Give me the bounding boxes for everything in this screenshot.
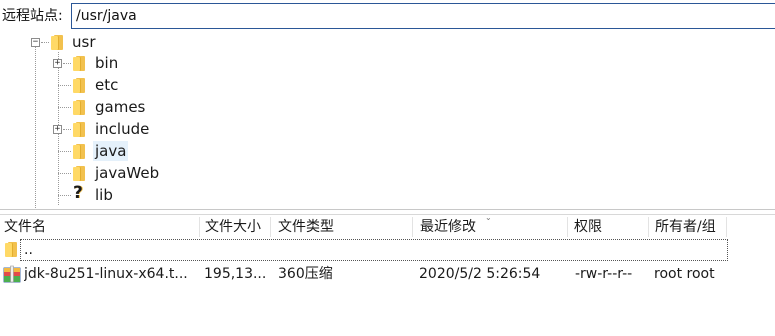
- file-size: 195,13...: [204, 266, 267, 282]
- tree-connector: [58, 107, 71, 108]
- expand-icon[interactable]: +: [53, 125, 62, 134]
- tree-guide-line: [35, 42, 36, 209]
- column-divider[interactable]: [199, 217, 200, 237]
- tree-item-java[interactable]: java: [93, 141, 129, 161]
- column-divider[interactable]: [412, 217, 413, 237]
- file-name: ..: [24, 242, 33, 258]
- tree-item-lib[interactable]: lib: [93, 185, 115, 205]
- tree-item-include[interactable]: include: [93, 119, 151, 139]
- file-owner: root root: [654, 266, 715, 282]
- remote-path-input[interactable]: [71, 3, 775, 29]
- folder-icon: [73, 100, 85, 115]
- collapse-icon[interactable]: −: [31, 38, 40, 47]
- remote-site-bar: 远程站点:: [0, 0, 775, 32]
- tree-item-etc[interactable]: etc: [93, 75, 120, 95]
- column-header-filetype[interactable]: 文件类型: [274, 215, 414, 239]
- folder-icon: [73, 56, 85, 71]
- question-mark-icon: ?: [73, 183, 83, 203]
- folder-icon: [73, 122, 85, 137]
- folder-icon: [73, 144, 85, 159]
- column-header-modified[interactable]: 最近修改: [416, 215, 566, 239]
- file-modified: 2020/5/2 5:26:54: [419, 266, 541, 282]
- expand-icon[interactable]: +: [53, 59, 62, 68]
- folder-icon: [73, 166, 85, 181]
- tree-item-bin[interactable]: bin: [93, 53, 120, 73]
- tree-connector: [58, 173, 71, 174]
- folder-icon: [51, 35, 63, 50]
- remote-site-label: 远程站点:: [2, 8, 63, 24]
- folder-icon: [73, 78, 85, 93]
- column-divider[interactable]: [270, 217, 271, 237]
- file-list-header: 文件名 文件大小 文件类型 最近修改 权限 所有者/组: [0, 214, 775, 238]
- column-header-filename[interactable]: 文件名: [0, 215, 200, 239]
- tree-item-games[interactable]: games: [93, 97, 147, 117]
- remote-directory-tree: − usr + bin etc games + include java jav…: [0, 32, 775, 210]
- tree-connector: [58, 195, 71, 196]
- column-header-owner[interactable]: 所有者/组: [651, 215, 761, 239]
- tree-item-usr[interactable]: usr: [70, 32, 98, 52]
- column-header-permissions[interactable]: 权限: [570, 215, 648, 239]
- tree-connector: [58, 85, 71, 86]
- archive-icon: [3, 265, 21, 283]
- column-divider[interactable]: [648, 217, 649, 237]
- file-type: 360压缩: [278, 266, 333, 282]
- tree-connector: [63, 63, 71, 64]
- file-name: jdk-8u251-linux-x64.t...: [24, 266, 188, 282]
- column-divider[interactable]: [567, 217, 568, 237]
- folder-icon: [5, 242, 17, 257]
- file-permissions: -rw-r--r--: [575, 266, 633, 282]
- tree-connector: [41, 42, 49, 43]
- tree-connector: [63, 129, 71, 130]
- column-header-filesize[interactable]: 文件大小: [201, 215, 271, 239]
- tree-item-javaweb[interactable]: javaWeb: [93, 163, 161, 183]
- list-item-file[interactable]: jdk-8u251-linux-x64.t... 195,13... 360压缩…: [0, 262, 775, 286]
- tree-connector: [58, 151, 71, 152]
- column-divider[interactable]: [726, 217, 727, 237]
- list-item-parent-directory[interactable]: ..: [0, 238, 775, 262]
